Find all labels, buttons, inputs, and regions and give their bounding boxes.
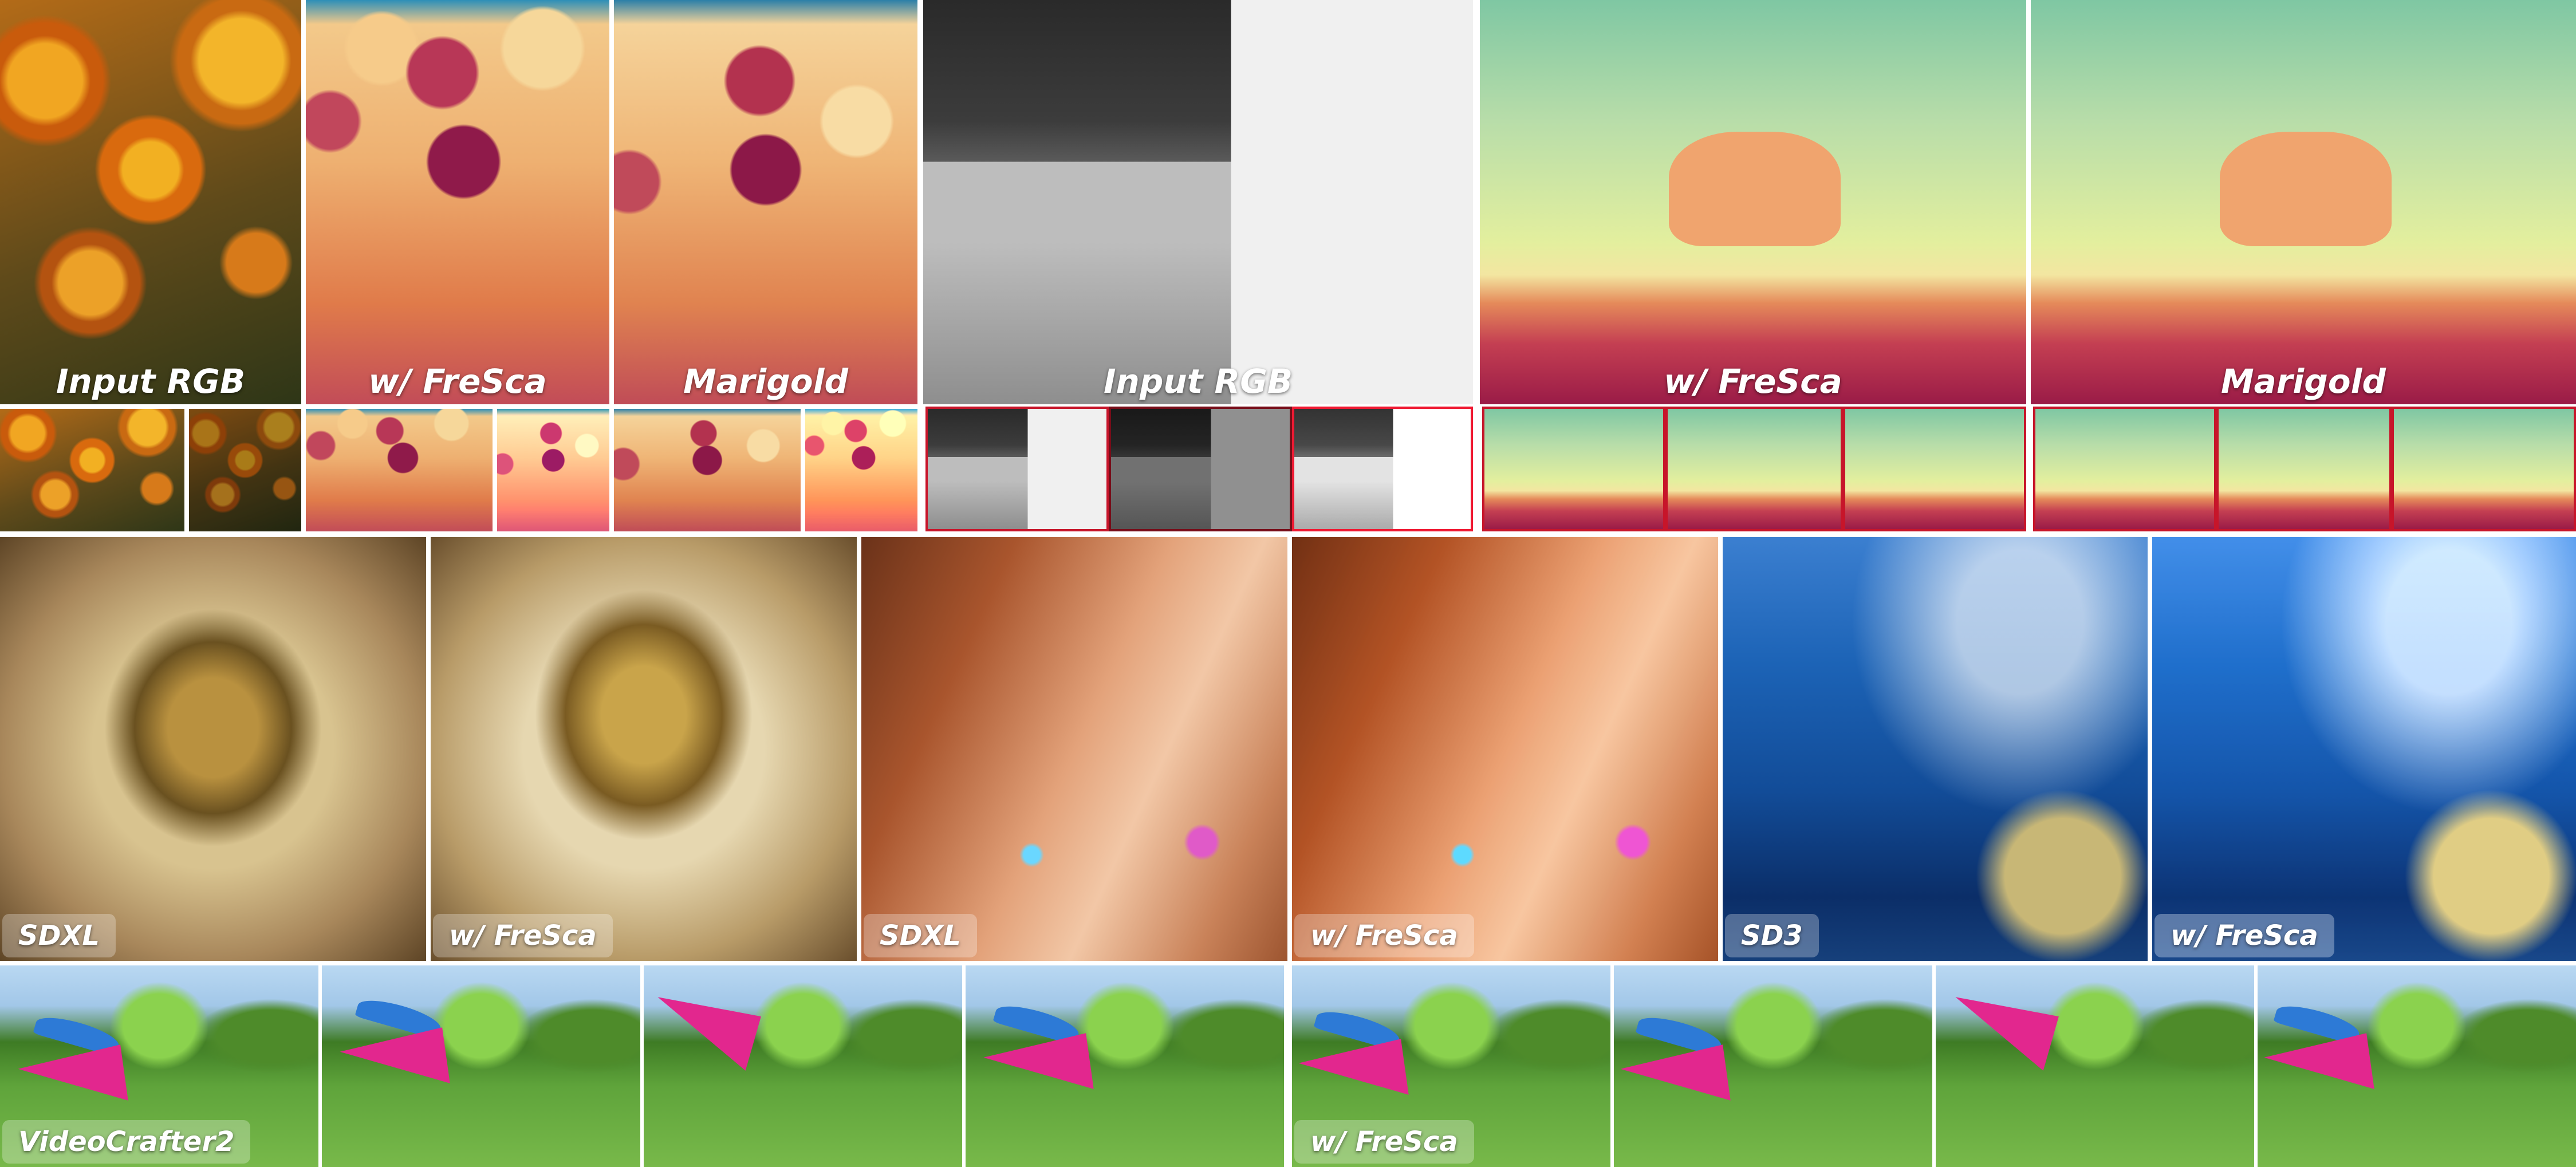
cat-input-crop-3 (1292, 407, 1473, 531)
kite-videocrafter2-frame-2 (322, 965, 640, 1167)
owl-sdxl-label: SDXL (2, 914, 116, 957)
ocean-fresca-image: w/ FreSca (2152, 537, 2576, 961)
flowers-input-label: Input RGB (56, 362, 246, 401)
flowers-marigold-depth: Marigold (614, 0, 917, 404)
flowers-marigold-crop-1 (614, 409, 801, 531)
flowers-fresca-depth: w/ FreSca (306, 0, 609, 404)
hoverboard-fresca-image: w/ FreSca (1292, 537, 1718, 961)
flowers-marigold-label: Marigold (683, 362, 849, 401)
kite-fresca-frame-1: w/ FreSca (1292, 965, 1610, 1167)
cat-marigold-crop-1 (2033, 407, 2216, 531)
kite-fresca-frame-3 (1936, 965, 2254, 1167)
kite-fresca-label: w/ FreSca (1294, 1120, 1474, 1164)
flowers-fresca-crop-2 (497, 409, 609, 531)
hoverboard-sdxl-image: SDXL (861, 537, 1287, 961)
flowers-marigold-crop-2 (805, 409, 917, 531)
cat-fresca-label: w/ FreSca (1664, 362, 1842, 401)
cat-input-crop-1 (925, 407, 1109, 531)
cat-silhouette (1669, 132, 1841, 246)
cat-input-image: Input RGB (923, 0, 1473, 404)
cat-marigold-crop-2 (2216, 407, 2392, 531)
cat-input-label: Input RGB (1103, 362, 1293, 401)
flowers-fresca-crop-1 (306, 409, 493, 531)
flowers-input-image: Input RGB (0, 0, 301, 404)
kite-videocrafter2-frame-1: VideoCrafter2 (0, 965, 318, 1167)
kite-shape (657, 965, 779, 1071)
cat-marigold-depth: Marigold (2031, 0, 2576, 404)
owl-sdxl-image: SDXL (0, 537, 426, 961)
flowers-fresca-label: w/ FreSca (368, 362, 547, 401)
ocean-sd3-label: SD3 (1725, 914, 1819, 957)
cat-input-crop-2 (1109, 407, 1292, 531)
cat-marigold-label: Marigold (2220, 362, 2386, 401)
flowers-input-crop-1 (0, 409, 184, 531)
videocrafter2-label: VideoCrafter2 (2, 1120, 251, 1164)
cat-silhouette (2220, 132, 2392, 246)
cat-marigold-crop-3 (2392, 407, 2576, 531)
ocean-fresca-label: w/ FreSca (2154, 914, 2334, 957)
owl-fresca-label: w/ FreSca (433, 914, 613, 957)
kite-fresca-frame-2 (1614, 965, 1932, 1167)
cat-fresca-crop-1 (1482, 407, 1665, 531)
flowers-input-crop-2 (189, 409, 301, 531)
kite-videocrafter2-frame-3 (644, 965, 962, 1167)
kite-shape (1955, 965, 2077, 1071)
cat-fresca-depth: w/ FreSca (1480, 0, 2026, 404)
hoverboard-sdxl-label: SDXL (864, 914, 978, 957)
cat-fresca-crop-2 (1665, 407, 1843, 531)
kite-videocrafter2-frame-4 (966, 965, 1284, 1167)
ocean-sd3-image: SD3 (1723, 537, 2148, 961)
kite-fresca-frame-4 (2258, 965, 2576, 1167)
hoverboard-fresca-label: w/ FreSca (1294, 914, 1474, 957)
owl-fresca-image: w/ FreSca (431, 537, 857, 961)
cat-fresca-crop-3 (1843, 407, 2026, 531)
